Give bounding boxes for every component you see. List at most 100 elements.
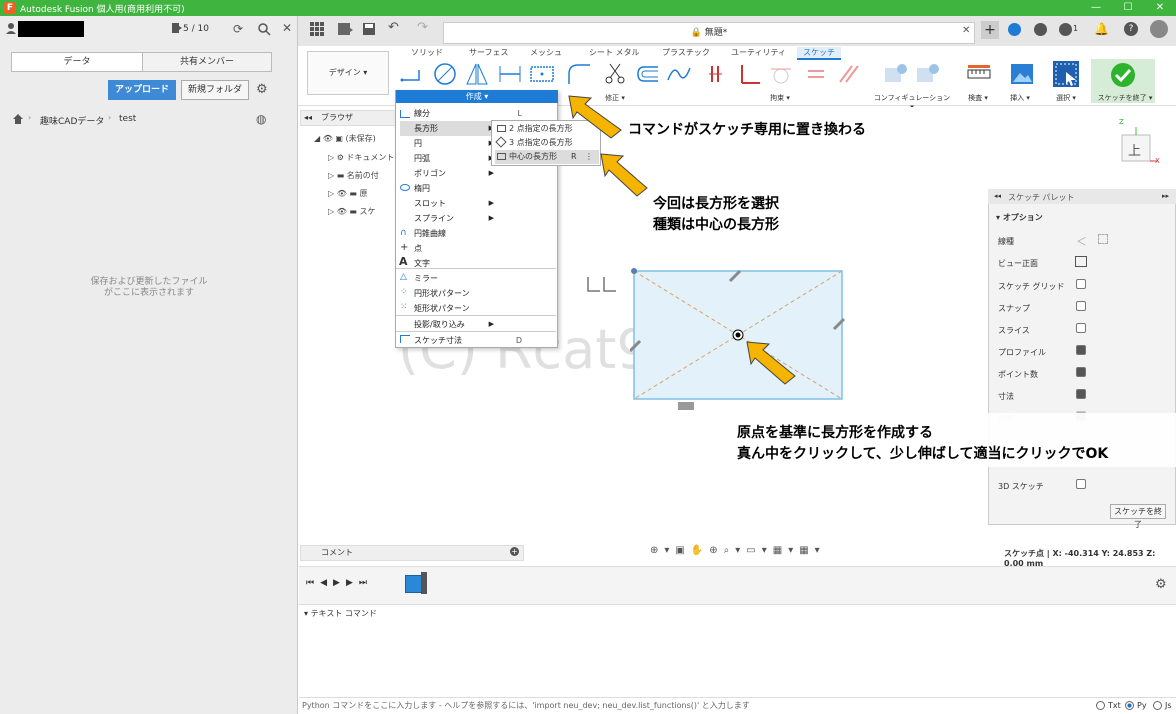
mode-py-radio[interactable] — [1125, 701, 1134, 710]
upload-button[interactable]: アップロード — [108, 80, 176, 100]
tree-row-document-settings[interactable]: ▷ ⚙ ドキュメント — [328, 152, 394, 163]
menu-item-spline[interactable]: スプライン ▶ — [400, 211, 494, 226]
palette-expand-icon[interactable]: ▸▸ — [1162, 192, 1169, 200]
configuration-icon[interactable] — [883, 62, 909, 86]
group-finish-sketch[interactable]: スケッチを終了 ▾ — [1090, 93, 1160, 103]
menu-item-rectangular-pattern[interactable]: 矩形状パターン — [400, 301, 492, 316]
3d-sketch-checkbox[interactable] — [1076, 479, 1086, 489]
group-select[interactable]: 選択 ▾ — [1046, 93, 1086, 103]
tab-data[interactable]: データ — [11, 52, 143, 72]
close-panel-icon[interactable]: ✕ — [282, 21, 292, 35]
points-checkbox[interactable] — [1076, 367, 1086, 377]
maximize-button[interactable]: ☐ — [1112, 0, 1144, 16]
measure-icon[interactable] — [966, 62, 992, 86]
construction-linetype-icon[interactable]: ＜ — [1076, 233, 1087, 249]
dimension-tool-icon[interactable] — [497, 62, 523, 86]
mode-txt-radio[interactable] — [1096, 701, 1105, 710]
create-menu-header[interactable]: 作成 ▾ — [396, 90, 558, 103]
undo-icon[interactable]: ↶ — [388, 20, 399, 35]
group-insert[interactable]: 挿入 ▾ — [1000, 93, 1040, 103]
globe-icon[interactable]: ◍ — [256, 112, 266, 126]
insert-image-icon[interactable] — [1009, 62, 1035, 86]
menu-item-circular-pattern[interactable]: 円形状パターン — [400, 286, 492, 301]
submenu-item-center-rectangle[interactable]: 中心の長方形 R ⋮ — [495, 150, 599, 164]
group-inspect[interactable]: 検査 ▾ — [958, 93, 998, 103]
offset-tool-icon[interactable] — [634, 62, 660, 86]
tab-plastic[interactable]: プラスチック — [662, 47, 710, 58]
add-comment-icon[interactable]: + — [510, 547, 519, 556]
text-command-header[interactable]: ▾ テキスト コマンド — [304, 608, 377, 619]
tree-row-root[interactable]: ◢ 👁 ▣ (未保存) — [314, 133, 376, 144]
circle-tool-icon[interactable] — [432, 62, 458, 86]
tree-row-named-views[interactable]: ▷ ▬ 名前の付 — [328, 170, 379, 181]
new-tab-icon[interactable]: + — [981, 21, 999, 39]
menu-item-arc[interactable]: 円弧▶ — [400, 151, 494, 166]
help-icon[interactable]: ? — [1124, 22, 1138, 36]
rectangle-tool-icon[interactable] — [529, 62, 555, 86]
home-icon[interactable] — [12, 113, 24, 125]
save-icon[interactable] — [362, 22, 376, 36]
trim-tool-icon[interactable] — [602, 62, 628, 86]
timeline-marker[interactable] — [421, 572, 427, 594]
python-command-input[interactable]: Python コマンドをここに入力します - ヘルプを参照するには、'impor… — [300, 699, 1090, 713]
menu-item-mirror[interactable]: ミラー — [400, 271, 492, 286]
search-icon[interactable] — [257, 22, 271, 36]
timeline-settings-icon[interactable]: ⚙ — [1155, 577, 1167, 592]
coincident-constraint-icon[interactable] — [706, 62, 732, 86]
refresh-icon[interactable]: ⟳ — [233, 22, 243, 36]
parallel-constraint-icon[interactable] — [836, 62, 862, 86]
breadcrumb-project[interactable]: 趣味CADデータ — [40, 114, 104, 127]
fillet-tool-icon[interactable] — [566, 62, 592, 86]
slice-checkbox[interactable] — [1076, 323, 1086, 333]
bell-icon[interactable]: 🔔 — [1094, 22, 1109, 36]
dimensions-checkbox[interactable] — [1076, 389, 1086, 399]
minimize-button[interactable]: — — [1080, 0, 1112, 16]
tab-mesh[interactable]: メッシュ — [530, 47, 562, 58]
spline-tool-icon[interactable] — [666, 62, 692, 86]
clock-icon[interactable] — [1059, 23, 1072, 36]
file-icon[interactable] — [336, 22, 354, 36]
collapse-browser-icon[interactable]: ◂◂ — [304, 113, 312, 122]
palette-section-options[interactable]: ▾ オプション — [996, 212, 1043, 223]
timeline-controls[interactable]: ⏮◀▶▶⏭ — [306, 578, 373, 588]
look-at-icon[interactable] — [1075, 256, 1087, 267]
configuration-table-icon[interactable] — [915, 62, 941, 86]
tab-solid[interactable]: ソリッド — [411, 47, 443, 58]
profile-checkbox[interactable] — [1076, 345, 1086, 355]
job-status-icon[interactable] — [1034, 23, 1047, 36]
perpendicular-constraint-icon[interactable] — [737, 62, 763, 86]
gear-icon[interactable]: ⚙ — [256, 82, 268, 97]
tab-sketch[interactable]: スケッチ — [797, 47, 841, 60]
breadcrumb-folder[interactable]: test — [119, 114, 136, 124]
menu-item-conic-curve[interactable]: 円錐曲線 — [400, 226, 492, 241]
tangent-constraint-icon[interactable] — [768, 62, 794, 86]
palette-finish-sketch-button[interactable]: スケッチを終了 — [1110, 504, 1166, 529]
menu-item-ellipse[interactable]: 楕円 — [400, 181, 492, 196]
menu-item-sketch-dimension[interactable]: スケッチ寸法 D — [400, 333, 522, 348]
document-tab[interactable]: 🔒 無題* — [443, 22, 975, 44]
line-tool-icon[interactable] — [399, 62, 425, 86]
center-rectangle-sketch[interactable] — [628, 266, 846, 404]
snap-checkbox[interactable] — [1076, 301, 1086, 311]
menu-item-point[interactable]: 点 — [400, 241, 492, 256]
menu-item-line[interactable]: 線分 L — [400, 106, 522, 121]
avatar[interactable] — [1150, 20, 1168, 38]
grid-menu-icon[interactable] — [308, 20, 326, 38]
menu-item-project-include[interactable]: 投影/取り込み ▶ — [400, 317, 494, 332]
new-folder-button[interactable]: 新規フォルダ — [181, 80, 249, 100]
equal-constraint-icon[interactable] — [803, 62, 829, 86]
comment-panel[interactable]: コメント — [300, 545, 524, 561]
menu-item-slot[interactable]: スロット ▶ — [400, 196, 494, 211]
mirror-tool-icon[interactable] — [464, 62, 490, 86]
menu-item-polygon[interactable]: ポリゴン ▶ — [400, 166, 494, 181]
tab-shared-members[interactable]: 共有メンバー — [142, 52, 272, 72]
group-constraints[interactable]: 拘束 ▾ — [755, 93, 805, 103]
tab-sheet-metal[interactable]: シート メタル — [589, 47, 640, 58]
mode-js-radio[interactable] — [1153, 701, 1162, 710]
tab-surface[interactable]: サーフェス — [469, 47, 509, 58]
redo-icon[interactable]: ↷ — [417, 20, 428, 35]
extensions-icon[interactable] — [1008, 23, 1021, 36]
menu-item-rectangle[interactable]: 長方形▶ — [400, 121, 494, 136]
close-button[interactable]: ✕ — [1144, 0, 1176, 16]
menu-item-circle[interactable]: 円▶ — [400, 136, 494, 151]
